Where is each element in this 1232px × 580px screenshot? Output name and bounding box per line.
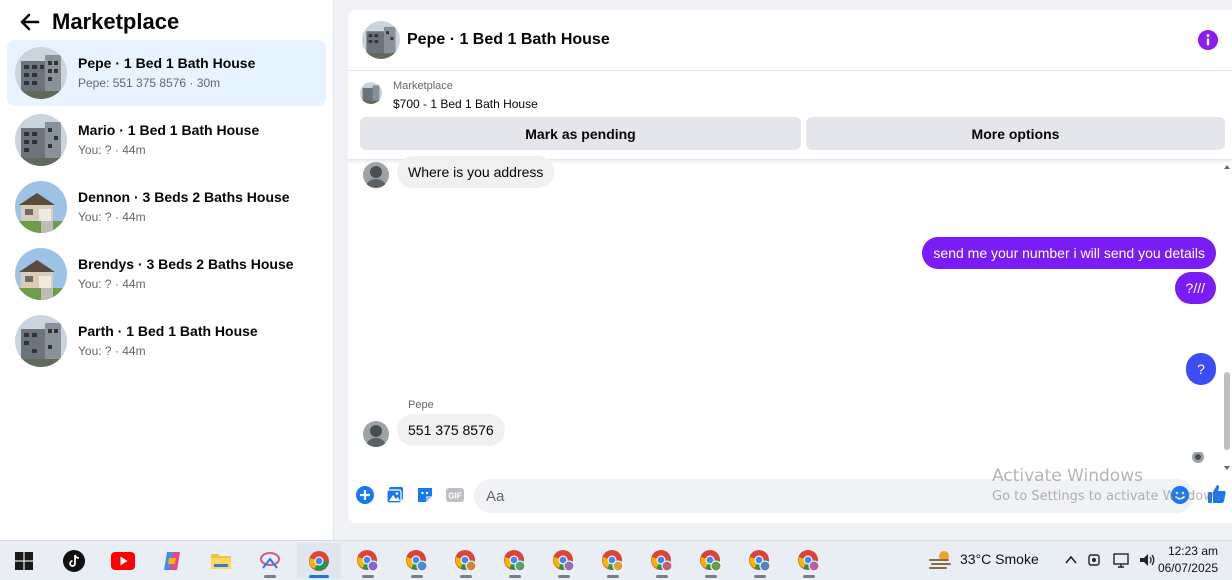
clock-time: 12:23 am [1167, 544, 1218, 558]
message-scrollbar[interactable] [1222, 160, 1232, 470]
plus-circle-icon[interactable] [355, 485, 375, 505]
chat-panel: Pepe · 1 Bed 1 Bath House Marketplace $7… [348, 10, 1232, 523]
chat-title[interactable]: Pepe · 1 Bed 1 Bath House [407, 31, 610, 49]
scroll-up-icon[interactable] [1222, 162, 1232, 172]
conversation-item-pepe[interactable]: Pepe · 1 Bed 1 Bath House Pepe: 551 375 … [7, 40, 326, 106]
chrome-profile-icon[interactable] [640, 543, 684, 579]
conversation-preview: You: ? · 44m [78, 142, 146, 157]
file-explorer-icon[interactable] [199, 543, 243, 579]
message-bubble-incoming: Where is you address [397, 156, 555, 188]
conversation-preview: You: ? · 44m [78, 209, 146, 224]
chrome-profile-icon[interactable] [346, 543, 390, 579]
gif-icon[interactable]: GIF [445, 485, 465, 505]
message-sender-name: Pepe [408, 399, 434, 411]
info-icon[interactable] [1198, 30, 1218, 50]
house-thumbnail [15, 180, 67, 233]
svg-text:GIF: GIF [448, 492, 461, 501]
contact-avatar [363, 162, 389, 188]
conversation-preview: You: ? · 44m [78, 343, 146, 358]
photo-gallery-icon[interactable] [385, 485, 405, 505]
conversation-item-mario[interactable]: Mario · 1 Bed 1 Bath House You: ? · 44m [7, 106, 326, 173]
contact-avatar [363, 421, 389, 447]
youtube-icon[interactable] [101, 543, 145, 579]
back-arrow-icon[interactable] [18, 10, 42, 34]
conversation-title: Dennon · 3 Beds 2 Baths House [78, 188, 290, 205]
clock-date: 06/07/2025 [1157, 561, 1218, 575]
chrome-profile-icon[interactable] [787, 543, 831, 579]
emoji-icon[interactable] [1170, 485, 1190, 505]
message-input[interactable] [474, 479, 1194, 513]
chrome-profile-icon[interactable] [738, 543, 782, 579]
weather-widget[interactable]: 33°C Smoke [928, 548, 1039, 570]
message-bubble-outgoing: send me your number i will send you deta… [922, 237, 1216, 269]
chrome-profile-icon[interactable] [591, 543, 635, 579]
chevron-up-icon[interactable] [1064, 550, 1078, 570]
apartment-thumbnail[interactable] [362, 21, 400, 59]
chrome-profile-icon[interactable] [395, 543, 439, 579]
chrome-profile-icon[interactable] [542, 543, 586, 579]
chat-header: Pepe · 1 Bed 1 Bath House [348, 10, 1232, 71]
chrome-profile-icon[interactable] [444, 543, 488, 579]
chrome-icon[interactable] [297, 543, 341, 579]
haze-weather-icon [929, 551, 951, 569]
conversation-item-parth[interactable]: Parth · 1 Bed 1 Bath House You: ? · 44m [7, 307, 326, 374]
listing-price[interactable]: $700 - 1 Bed 1 Bath House [393, 97, 538, 111]
message-bubble-incoming: 551 375 8576 [397, 414, 505, 446]
thumbs-up-icon[interactable] [1206, 483, 1226, 503]
volume-icon[interactable] [1138, 550, 1156, 570]
sidebar-header: Marketplace [18, 8, 179, 36]
meet-now-icon[interactable] [1086, 550, 1104, 570]
scroll-down-icon[interactable] [1222, 463, 1232, 473]
chrome-profile-icon[interactable] [493, 543, 537, 579]
conversation-title: Pepe · 1 Bed 1 Bath House [78, 55, 256, 71]
network-icon[interactable] [1112, 550, 1130, 570]
message-bubble-outgoing: ?/// [1174, 272, 1216, 304]
conversation-title: Mario · 1 Bed 1 Bath House [78, 121, 260, 138]
listing-thumbnail[interactable] [360, 82, 382, 104]
conversation-list: Pepe · 1 Bed 1 Bath House Pepe: 551 375 … [7, 40, 326, 374]
windows-taskbar: 33°C Smoke 12:23 am 06/07/2025 [0, 540, 1232, 580]
house-thumbnail [15, 247, 67, 300]
apartment-thumbnail [15, 47, 67, 99]
conversation-item-dennon[interactable]: Dennon · 3 Beds 2 Baths House You: ? · 4… [7, 173, 326, 240]
tiktok-icon[interactable] [52, 543, 96, 579]
more-options-button[interactable]: More options [806, 117, 1225, 150]
conversation-title: Brendys · 3 Beds 2 Baths House [78, 255, 294, 272]
message-composer: GIF [348, 478, 1232, 518]
listing-source: Marketplace [393, 80, 453, 92]
conversation-item-brendys[interactable]: Brendys · 3 Beds 2 Baths House You: ? · … [7, 240, 326, 307]
chrome-profile-icon[interactable] [689, 543, 733, 579]
sidebar-title: Marketplace [52, 9, 180, 34]
copilot-icon[interactable] [150, 543, 194, 579]
message-bubble-outgoing: ? [1186, 353, 1216, 385]
conversation-preview: Pepe: 551 375 8576 · 30m [78, 76, 221, 90]
apartment-thumbnail [15, 113, 67, 166]
system-tray [1064, 550, 1156, 570]
conversation-sidebar: Marketplace Pepe · 1 Bed 1 Bath House Pe… [0, 0, 334, 540]
snipping-tool-icon[interactable] [248, 543, 292, 579]
apartment-thumbnail [15, 314, 67, 367]
system-clock[interactable]: 12:23 am 06/07/2025 [1158, 543, 1218, 577]
weather-text: 33°C Smoke [960, 551, 1039, 567]
conversation-preview: You: ? · 44m [78, 276, 146, 291]
mark-as-pending-button[interactable]: Mark as pending [360, 117, 801, 150]
sticker-icon[interactable] [415, 485, 435, 505]
scrollbar-thumb[interactable] [1224, 372, 1230, 450]
listing-banner: Marketplace $700 - 1 Bed 1 Bath House Ma… [348, 72, 1232, 160]
conversation-title: Parth · 1 Bed 1 Bath House [78, 322, 258, 339]
read-receipt-avatar [1192, 451, 1204, 463]
windows-start-icon[interactable] [2, 543, 46, 579]
